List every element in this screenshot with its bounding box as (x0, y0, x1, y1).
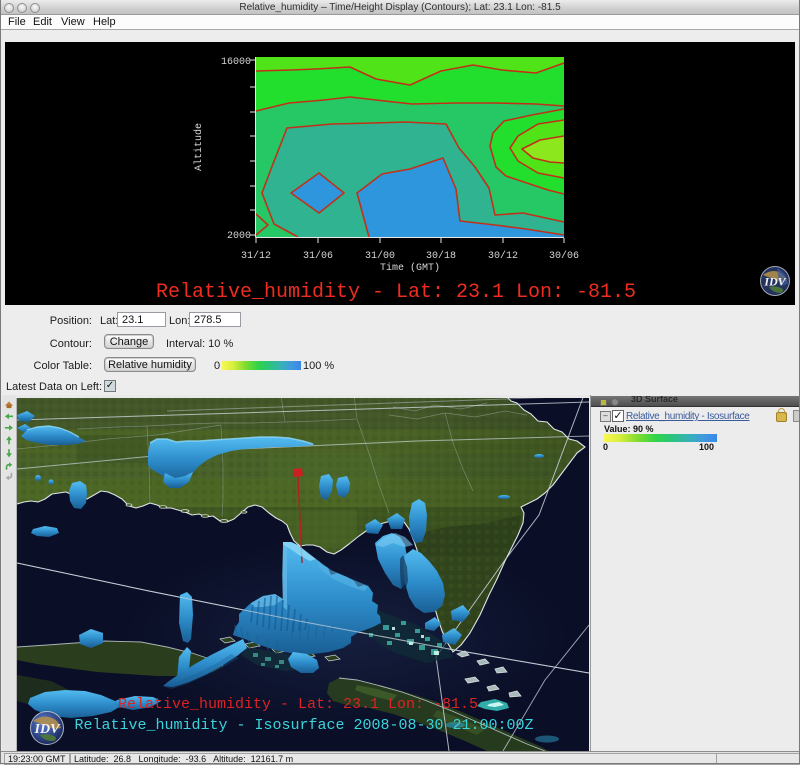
svg-text:31/06: 31/06 (303, 250, 333, 262)
svg-text:31/12: 31/12 (241, 250, 271, 262)
svg-text:16000: 16000 (221, 57, 251, 68)
svg-text:30/06: 30/06 (549, 250, 579, 262)
svg-text:IDV: IDV (34, 722, 62, 737)
svg-text:Relative_humidity - Lat: 23.1: Relative_humidity - Lat: 23.1 Lon: -81.5 (156, 281, 636, 304)
svg-text:Relative_humidity - Lat: 23.1: Relative_humidity - Lat: 23.1 Lon: -81.5 (118, 696, 478, 713)
svg-text:31/00: 31/00 (365, 250, 395, 262)
svg-text:30/18: 30/18 (426, 250, 456, 262)
svg-text:Relative_humidity - Isosurface: Relative_humidity - Isosurface 2008-08-3… (74, 717, 533, 734)
svg-text:Time (GMT): Time (GMT) (380, 262, 440, 274)
svg-text:Altitude: Altitude (193, 123, 205, 171)
svg-text:2000: 2000 (227, 231, 251, 242)
svg-text:IDV: IDV (763, 275, 786, 289)
svg-text:30/12: 30/12 (488, 250, 518, 262)
